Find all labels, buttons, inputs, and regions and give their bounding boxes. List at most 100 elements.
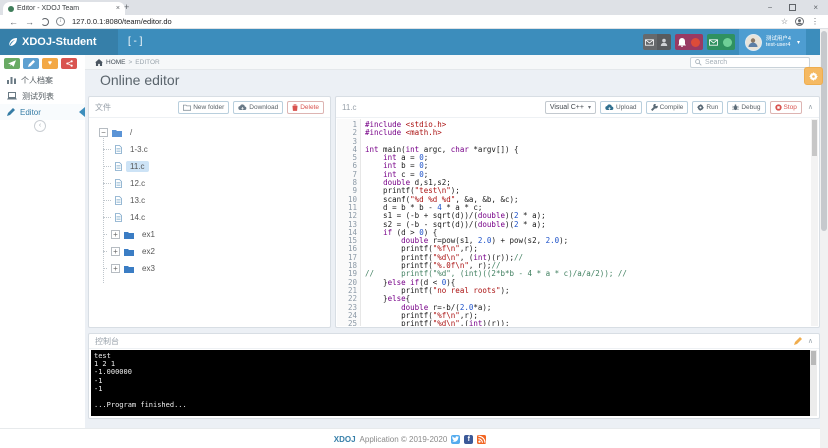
user-name-en: test-user4 [766,42,791,48]
tasks-menu[interactable] [707,34,735,50]
share-quick-button[interactable] [61,58,77,69]
line-number-gutter: 1234567891011121314151617181920212223242… [337,119,361,326]
browser-tab[interactable]: Editor - XDOJ Team × [3,2,125,15]
favorite-quick-button[interactable]: ♥ [42,58,58,69]
page-scrollbar[interactable] [820,29,828,448]
debug-button[interactable]: Debug [727,101,765,114]
sidebar-collapse-button[interactable]: ‹ [34,120,46,132]
sidebar: ♥ 个人档案 测试列表 Editor ‹ [0,55,85,428]
tree-file[interactable]: 11.c [99,158,322,175]
sidebar-item-tests[interactable]: 测试列表 [0,88,85,104]
tree-folder[interactable]: +ex3 [99,260,322,277]
language-select[interactable]: Visual C++ ▾ [545,101,596,114]
editor-scrollbar-thumb[interactable] [812,120,817,156]
tree-folder[interactable]: +ex1 [99,226,322,243]
file-icon [115,213,122,222]
bug-icon [732,104,739,111]
sidebar-item-editor[interactable]: Editor [0,104,85,120]
search-input[interactable]: Search [690,57,810,68]
code-line[interactable]: printf("%d\n",(int)(r)); [365,320,810,326]
back-button[interactable]: ← [9,17,18,27]
new-folder-button[interactable]: New folder [178,101,229,114]
messages-menu[interactable] [643,34,671,50]
bookmark-star-icon[interactable]: ☆ [781,17,788,26]
favicon [8,6,14,12]
tree-folder[interactable]: +ex2 [99,243,322,260]
editor-scrollbar[interactable] [811,119,818,326]
envelope-icon [707,34,721,50]
sidebar-item-label: 测试列表 [22,91,54,102]
expand-expander[interactable]: + [111,247,120,256]
tab-close-icon[interactable]: × [116,5,120,12]
twitter-icon[interactable] [451,435,460,444]
gear-icon [697,104,704,111]
collapse-expander[interactable]: − [99,128,108,137]
cloud-download-icon [238,104,247,111]
expand-expander[interactable]: + [111,230,120,239]
tree-file[interactable]: 12.c [99,175,322,192]
breadcrumb-bar: HOME > EDITOR Search [85,55,820,70]
collapse-console-button[interactable]: ∧ [808,337,813,345]
browser-menu-icon[interactable]: ⋮ [811,17,819,26]
collapse-editor-button[interactable]: ∧ [808,103,813,111]
wrench-icon [651,104,658,111]
terminal-output[interactable]: test 1 2 1 -1.000000 -1 -1 ...Program fi… [91,350,810,416]
browser-url-bar: ← → i 127.0.0.1:8080/team/editor.do ☆ ⋮ [0,15,828,29]
tab-title: Editor - XDOJ Team [17,5,113,12]
breadcrumb-home[interactable]: HOME [106,59,126,66]
forward-button[interactable]: → [25,17,34,27]
code-line[interactable]: int main(int argc, char *argv[]) { [365,146,810,154]
upload-button[interactable]: Upload [600,101,642,114]
browser-profile-icon[interactable] [795,17,804,26]
code-line[interactable]: printf("no real roots"); [365,287,810,295]
files-panel-title: 文件 [95,102,111,113]
tree-file[interactable]: 1-3.c [99,141,322,158]
compile-button[interactable]: Compile [646,101,689,114]
heart-icon: ♥ [48,60,52,67]
code-line[interactable]: int a = 0; [365,154,810,162]
facebook-icon[interactable]: f [464,435,473,444]
stop-button[interactable]: Stop [770,101,802,114]
window-minimize-button[interactable]: − [768,3,773,12]
files-panel: 文件 New folder Download Delete −/1-3.c11.… [88,96,331,328]
tree-file[interactable]: 13.c [99,192,322,209]
rss-icon[interactable] [477,435,486,444]
browser-window: Editor - XDOJ Team × + − × ← → i 127.0.0… [0,0,828,448]
url-text[interactable]: 127.0.0.1:8080/team/editor.do [72,17,172,26]
run-button[interactable]: Run [692,101,723,114]
edit-quick-button[interactable] [23,58,39,69]
brand-logo[interactable]: XDOJ-Student [0,29,118,55]
folder-icon [112,129,122,137]
code-lines[interactable]: #include <stdio.h>#include <math.h> int … [365,121,810,326]
tree-root[interactable]: −/ [99,124,322,141]
terminal-scrollbar-thumb[interactable] [811,351,816,365]
terminal-scrollbar[interactable] [810,350,817,416]
refresh-icon[interactable] [41,18,49,26]
code-editor[interactable]: 1234567891011121314151617181920212223242… [337,119,810,326]
footer-text: Application © 2019-2020 [360,435,448,444]
notifications-menu[interactable] [675,34,703,50]
new-tab-button[interactable]: + [124,2,129,12]
page-scrollbar-thumb[interactable] [821,31,827,231]
window-close-button[interactable]: × [813,3,818,12]
code-line[interactable]: #include <math.h> [365,129,810,137]
window-maximize-button[interactable] [789,4,796,11]
leaf-icon [8,37,18,47]
user-menu[interactable]: 测试用户4 test-user4 ▾ [739,29,806,55]
send-quick-button[interactable] [4,58,20,69]
settings-tab-button[interactable] [804,67,823,85]
tree-file[interactable]: 14.c [99,209,322,226]
sidebar-item-label: 个人档案 [21,75,53,86]
delete-button[interactable]: Delete [287,101,324,114]
bar-chart-icon [7,76,16,84]
sidebar-toggle[interactable]: [ - ] [128,36,142,47]
file-icon [115,196,122,205]
edit-console-icon[interactable] [794,337,802,345]
share-icon [66,60,73,67]
download-button[interactable]: Download [233,101,283,114]
site-info-icon[interactable]: i [56,17,65,26]
expand-expander[interactable]: + [111,264,120,273]
sidebar-item-profile[interactable]: 个人档案 [0,72,85,88]
code-line[interactable]: int b = 0; [365,162,810,170]
browser-tab-strip: Editor - XDOJ Team × + − × [0,0,828,15]
